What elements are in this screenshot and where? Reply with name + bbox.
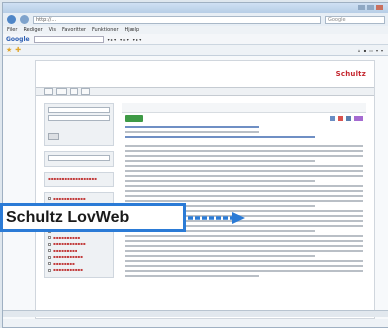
toc-item[interactable]: ▪▪▪▪▪▪▪▪▪▪▪ — [53, 267, 83, 274]
doc-text-line — [125, 250, 363, 252]
feeds-icon[interactable]: ▪ — [363, 48, 366, 53]
favorites-star-icon[interactable]: ★ — [6, 46, 12, 54]
title-bar — [3, 3, 388, 13]
menu-help[interactable]: Hjælp — [125, 27, 140, 33]
google-search-input[interactable] — [33, 35, 104, 43]
minimize-icon[interactable] — [358, 5, 365, 10]
callout-text: Schultz LovWeb — [6, 208, 130, 226]
doc-text-line — [125, 170, 363, 172]
document-toolbar — [122, 113, 366, 123]
url-field[interactable]: http://... — [33, 15, 321, 24]
status-bar — [3, 310, 388, 317]
command-bar: ⌂ ▪ ▭ ▾ ▾ — [358, 48, 388, 53]
menu-view[interactable]: Vis — [49, 27, 56, 33]
doc-meta-line — [125, 126, 260, 128]
nav-button[interactable] — [55, 88, 67, 95]
print-doc-icon[interactable] — [330, 115, 335, 121]
schultz-logo: Schultz — [335, 70, 366, 78]
lovweb-page: Schultz ▪▪▪▪▪▪▪▪▪▪▪▪▪▪▪▪▪▪ ▪▪▪▪▪▪▪▪▪▪▪▪ … — [35, 60, 375, 319]
bookmark-icon[interactable] — [354, 115, 363, 121]
nav-button[interactable] — [44, 88, 53, 95]
menu-bar: Filer Rediger Vis Favoritter Funktioner … — [3, 26, 388, 34]
arrow-right-icon — [188, 212, 245, 224]
menu-file[interactable]: Filer — [7, 27, 17, 33]
doc-text-line — [125, 270, 363, 272]
search-button[interactable] — [48, 133, 59, 140]
address-bar: http://... Google — [3, 13, 388, 26]
nav-button[interactable] — [69, 88, 79, 95]
search-field[interactable] — [48, 115, 110, 121]
browser-window: http://... Google Filer Rediger Vis Favo… — [2, 2, 388, 328]
doc-text-line — [125, 195, 363, 197]
doc-text-line — [125, 185, 363, 187]
google-logo: Google — [6, 35, 30, 43]
browser-search-input[interactable]: Google — [325, 15, 385, 24]
doc-text-line — [125, 155, 363, 157]
document-body — [122, 126, 366, 277]
toolbar-tool[interactable]: ▾ ▸ ▾ — [120, 37, 129, 42]
doc-meta-line — [125, 131, 260, 133]
browser-viewport: Schultz ▪▪▪▪▪▪▪▪▪▪▪▪▪▪▪▪▪▪ ▪▪▪▪▪▪▪▪▪▪▪▪ … — [3, 56, 388, 319]
filter-panel — [44, 151, 114, 167]
doc-text-line — [125, 275, 260, 277]
doc-text-line — [125, 165, 363, 167]
doc-text-line — [125, 200, 363, 202]
toc-checkbox[interactable] — [48, 268, 51, 272]
toc-checkbox[interactable] — [48, 262, 51, 266]
forward-icon[interactable] — [20, 15, 29, 24]
toc-checkbox[interactable] — [48, 249, 51, 253]
page-menu-icon[interactable]: ▾ — [376, 48, 378, 53]
doc-text-line — [125, 255, 316, 257]
filter-select[interactable] — [48, 155, 110, 161]
window-controls — [358, 5, 383, 10]
doc-text-line — [125, 240, 363, 242]
page-header: Schultz — [36, 61, 374, 87]
link-panel: ▪▪▪▪▪▪▪▪▪▪▪▪▪▪▪▪▪▪ — [44, 172, 114, 187]
toolbar-tool[interactable]: ▾ ▸ ▾ — [108, 37, 117, 42]
doc-text-line — [125, 175, 363, 177]
doc-text-line — [125, 265, 363, 267]
doc-text-line — [125, 145, 363, 147]
callout-label: Schultz LovWeb — [0, 203, 186, 232]
menu-tools[interactable]: Funktioner — [92, 27, 119, 33]
print-icon[interactable]: ▭ — [369, 48, 373, 53]
back-icon[interactable] — [7, 15, 16, 24]
toolbar-tool[interactable]: ▾ ▸ ▾ — [133, 37, 142, 42]
toc-checkbox[interactable] — [48, 242, 51, 246]
document-action-button[interactable] — [125, 114, 144, 122]
document-area — [122, 103, 366, 277]
menu-edit[interactable]: Rediger — [23, 27, 42, 33]
maximize-icon[interactable] — [367, 5, 374, 10]
doc-text-line — [125, 160, 316, 162]
nav-button[interactable] — [81, 88, 90, 95]
search-field[interactable] — [48, 107, 110, 113]
site-nav — [36, 87, 374, 96]
doc-text-line — [125, 245, 363, 247]
favorites-bar: ★ ✚ ⌂ ▪ ▭ ▾ ▾ — [3, 45, 388, 56]
pdf-icon[interactable] — [338, 115, 343, 121]
sidebar-link[interactable]: ▪▪▪▪▪▪▪▪▪▪▪▪▪▪▪▪▪▪ — [48, 176, 110, 183]
toc-checkbox[interactable] — [48, 197, 51, 201]
menu-favorites[interactable]: Favoritter — [62, 27, 86, 33]
search-panel — [44, 103, 114, 146]
doc-text-line — [125, 150, 363, 152]
tools-menu-icon[interactable]: ▾ — [381, 48, 383, 53]
document-tools — [330, 115, 363, 121]
toc-checkbox[interactable] — [48, 236, 51, 240]
add-favorite-icon[interactable]: ✚ — [15, 46, 21, 54]
mail-icon[interactable] — [346, 115, 351, 121]
doc-text-line — [125, 180, 316, 182]
google-toolbar: Google ▾ ▸ ▾ ▾ ▸ ▾ ▾ ▸ ▾ — [3, 34, 388, 45]
left-sidebar: ▪▪▪▪▪▪▪▪▪▪▪▪▪▪▪▪▪▪ ▪▪▪▪▪▪▪▪▪▪▪▪ ▪▪▪▪▪▪▪▪… — [44, 103, 114, 283]
home-icon[interactable]: ⌂ — [358, 48, 361, 53]
doc-text-line — [125, 260, 363, 262]
doc-text-line — [125, 190, 363, 192]
toc-checkbox[interactable] — [48, 255, 51, 259]
doc-text-line — [125, 235, 363, 237]
close-icon[interactable] — [376, 5, 383, 10]
document-title — [122, 103, 366, 113]
